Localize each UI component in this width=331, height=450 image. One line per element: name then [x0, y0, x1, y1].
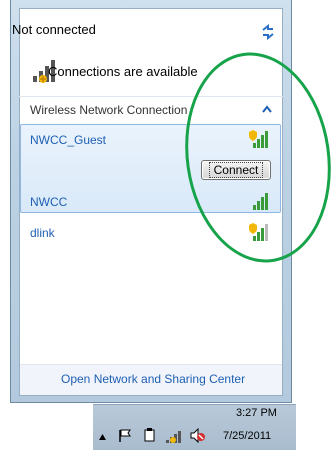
availability-text: Connections are available [48, 64, 198, 79]
network-name[interactable]: dlink [30, 226, 55, 240]
section-title: Wireless Network Connection [30, 103, 188, 117]
network-icon[interactable] [165, 428, 183, 444]
volume-muted-icon[interactable] [190, 428, 206, 443]
connection-status: Not connected [12, 22, 96, 37]
chevron-up-icon[interactable] [99, 434, 106, 440]
power-icon[interactable] [143, 428, 157, 442]
clock-date[interactable]: 7/25/2011 [223, 430, 271, 442]
clock-time[interactable]: 3:27 PM [236, 407, 277, 419]
open-network-center-link[interactable]: Open Network and Sharing Center [61, 372, 245, 386]
network-name[interactable]: NWCC_Guest [30, 133, 106, 147]
network-name[interactable]: NWCC [30, 195, 67, 209]
flag-icon[interactable] [119, 429, 131, 442]
refresh-icon[interactable] [260, 24, 276, 40]
